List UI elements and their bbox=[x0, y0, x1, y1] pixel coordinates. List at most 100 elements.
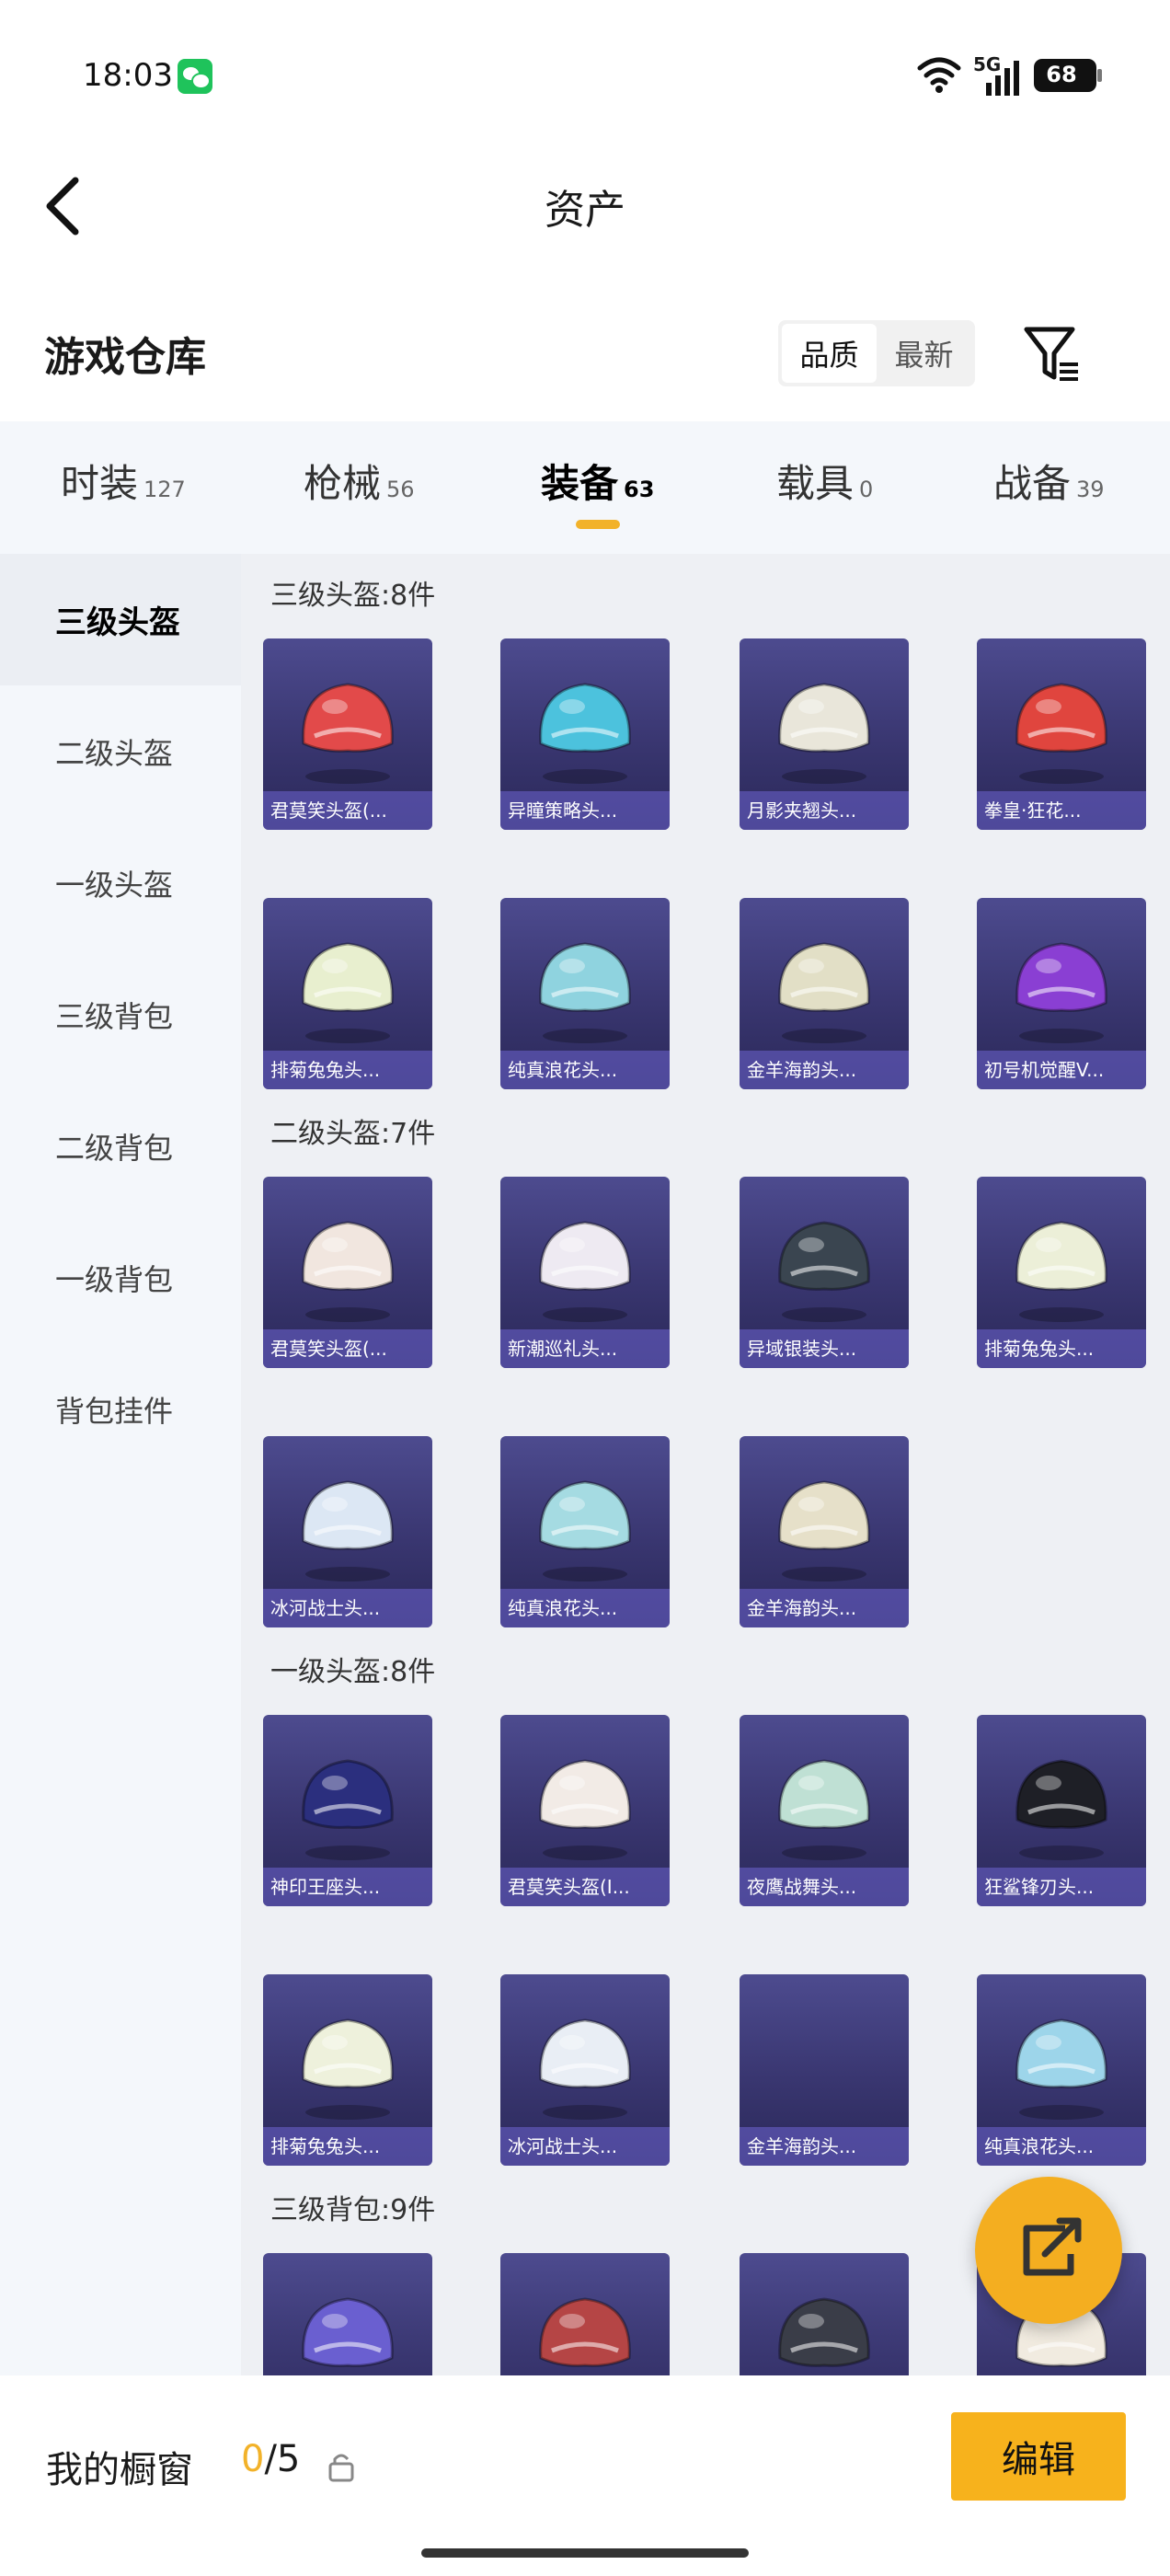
share-button[interactable] bbox=[975, 2177, 1122, 2324]
item-card[interactable]: 金羊海韵头... bbox=[740, 898, 909, 1089]
sidebar: 三级头盔 二级头盔 一级头盔 三级背包 二级背包 一级背包 背包挂件 bbox=[0, 554, 241, 2375]
item-card[interactable] bbox=[500, 2253, 670, 2375]
showcase-count-total: /5 bbox=[264, 2438, 301, 2480]
helmet-icon bbox=[302, 942, 394, 1043]
item-card[interactable]: 排菊兔兔头... bbox=[977, 1177, 1146, 1368]
helmet-icon bbox=[302, 1759, 394, 1860]
sidebar-item-level3-backpack[interactable]: 三级背包 bbox=[0, 949, 241, 1080]
item-name: 排菊兔兔头... bbox=[977, 1329, 1146, 1368]
item-card[interactable]: 拳皇·狂花... bbox=[977, 638, 1146, 830]
battery-level: 68 bbox=[1046, 62, 1077, 87]
helmet-icon bbox=[1015, 1759, 1107, 1860]
helmet-icon bbox=[302, 2018, 394, 2120]
item-name: 纯真浪花头... bbox=[977, 2127, 1146, 2166]
item-card[interactable]: 新潮巡礼头... bbox=[500, 1177, 670, 1368]
item-name: 金羊海韵头... bbox=[740, 1051, 909, 1089]
sort-by-newest[interactable]: 最新 bbox=[877, 324, 971, 383]
helmet-icon bbox=[778, 1480, 870, 1581]
sidebar-item-level1-helmet[interactable]: 一级头盔 bbox=[0, 817, 241, 949]
item-card[interactable]: 排菊兔兔头... bbox=[263, 1974, 432, 2166]
item-name: 夜鹰战舞头... bbox=[740, 1868, 909, 1906]
item-card[interactable]: 月影夹翘头... bbox=[740, 638, 909, 830]
item-card[interactable]: 金羊海韵头... bbox=[740, 1974, 909, 2166]
edit-button[interactable]: 编辑 bbox=[951, 2412, 1126, 2501]
helmet-icon bbox=[778, 2297, 870, 2367]
item-name: 月影夹翘头... bbox=[740, 791, 909, 830]
helmet-icon bbox=[539, 2018, 631, 2120]
sidebar-item-backpack-charm[interactable]: 背包挂件 bbox=[0, 1343, 241, 1475]
showcase-count-current: 0 bbox=[241, 2438, 265, 2480]
helmet-icon bbox=[539, 1221, 631, 1322]
item-card[interactable]: 狂鲨锋刃头... bbox=[977, 1715, 1146, 1906]
tab-count: 0 bbox=[859, 477, 874, 502]
item-card[interactable]: 纯真浪花头... bbox=[977, 1974, 1146, 2166]
helmet-icon bbox=[539, 2297, 631, 2367]
item-card[interactable]: 冰河战士头... bbox=[263, 1436, 432, 1627]
tab-label: 时装 bbox=[61, 461, 139, 506]
item-name: 君莫笑头盔(I... bbox=[500, 1868, 670, 1906]
item-name: 金羊海韵头... bbox=[740, 1589, 909, 1627]
filter-icon[interactable] bbox=[1023, 322, 1082, 386]
item-name: 排菊兔兔头... bbox=[263, 1051, 432, 1089]
item-card[interactable]: 初号机觉醒V... bbox=[977, 898, 1146, 1089]
sort-toggle: 品质 最新 bbox=[778, 320, 975, 386]
warehouse-header: 游戏仓库 品质 最新 bbox=[0, 304, 1170, 405]
item-name: 狂鲨锋刃头... bbox=[977, 1868, 1146, 1906]
item-card[interactable] bbox=[263, 2253, 432, 2375]
sidebar-item-level3-helmet[interactable]: 三级头盔 bbox=[0, 554, 241, 685]
item-card[interactable]: 神印王座头... bbox=[263, 1715, 432, 1906]
item-card[interactable]: 纯真浪花头... bbox=[500, 1436, 670, 1627]
item-name: 异瞳策略头... bbox=[500, 791, 670, 830]
section-title: 二级头盔:7件 bbox=[270, 1118, 436, 1150]
item-card[interactable]: 夜鹰战舞头... bbox=[740, 1715, 909, 1906]
section-title: 三级头盔:8件 bbox=[270, 580, 436, 612]
tab-vehicles[interactable]: 载具 0 bbox=[776, 453, 873, 526]
item-card[interactable]: 异域银装头... bbox=[740, 1177, 909, 1368]
helmet-icon bbox=[778, 683, 870, 784]
item-name: 冰河战士头... bbox=[500, 2127, 670, 2166]
warehouse-title: 游戏仓库 bbox=[44, 334, 206, 381]
sort-by-quality[interactable]: 品质 bbox=[782, 324, 877, 383]
item-card[interactable]: 金羊海韵头... bbox=[740, 1436, 909, 1627]
helmet-icon bbox=[1015, 1221, 1107, 1322]
tab-firearms[interactable]: 枪械 56 bbox=[304, 453, 415, 526]
item-name: 君莫笑头盔(... bbox=[263, 1329, 432, 1368]
helmet-icon bbox=[778, 1759, 870, 1860]
tab-costumes[interactable]: 时装 127 bbox=[61, 453, 186, 526]
sidebar-item-level2-helmet[interactable]: 二级头盔 bbox=[0, 685, 241, 817]
tab-label: 装备 bbox=[541, 461, 619, 506]
helmet-icon bbox=[302, 1221, 394, 1322]
helmet-icon bbox=[1015, 2018, 1107, 2120]
item-card[interactable]: 纯真浪花头... bbox=[500, 898, 670, 1089]
helmet-icon bbox=[1015, 683, 1107, 784]
item-card[interactable] bbox=[740, 2253, 909, 2375]
share-icon bbox=[1023, 2217, 1082, 2276]
helmet-icon bbox=[302, 2297, 394, 2367]
item-name: 君莫笑头盔(... bbox=[263, 791, 432, 830]
item-card[interactable]: 君莫笑头盔(... bbox=[263, 1177, 432, 1368]
category-tabs: 时装 127 枪械 56 装备 63 载具 0 战备 39 bbox=[0, 421, 1170, 554]
item-card[interactable]: 君莫笑头盔(... bbox=[263, 638, 432, 830]
item-name: 神印王座头... bbox=[263, 1868, 432, 1906]
item-card[interactable]: 冰河战士头... bbox=[500, 1974, 670, 2166]
sidebar-item-level1-backpack[interactable]: 一级背包 bbox=[0, 1212, 241, 1343]
showcase-label: 我的橱窗 bbox=[46, 2449, 193, 2491]
item-card[interactable]: 异瞳策略头... bbox=[500, 638, 670, 830]
item-grid: 三级头盔:8件君莫笑头盔(... 异瞳策略头... 月影夹翘头... 拳皇·狂花...… bbox=[241, 554, 1170, 2375]
helmet-icon bbox=[778, 942, 870, 1043]
helmet-icon bbox=[302, 683, 394, 784]
item-name: 初号机觉醒V... bbox=[977, 1051, 1146, 1089]
tab-label: 枪械 bbox=[304, 461, 382, 506]
wifi-icon bbox=[917, 57, 961, 93]
item-card[interactable]: 排菊兔兔头... bbox=[263, 898, 432, 1089]
battery-icon: 68 bbox=[1034, 59, 1102, 92]
tab-equipment[interactable]: 装备 63 bbox=[541, 453, 654, 526]
tab-gear[interactable]: 战备 39 bbox=[993, 453, 1105, 526]
sidebar-item-level2-backpack[interactable]: 二级背包 bbox=[0, 1080, 241, 1212]
helmet-icon bbox=[539, 683, 631, 784]
item-card[interactable]: 君莫笑头盔(I... bbox=[500, 1715, 670, 1906]
showcase-bar: 我的橱窗 0/5 编辑 bbox=[0, 2375, 1170, 2576]
helmet-icon bbox=[539, 942, 631, 1043]
status-bar: 18:03 5G 68 bbox=[0, 0, 1170, 147]
tab-count: 127 bbox=[143, 477, 186, 502]
